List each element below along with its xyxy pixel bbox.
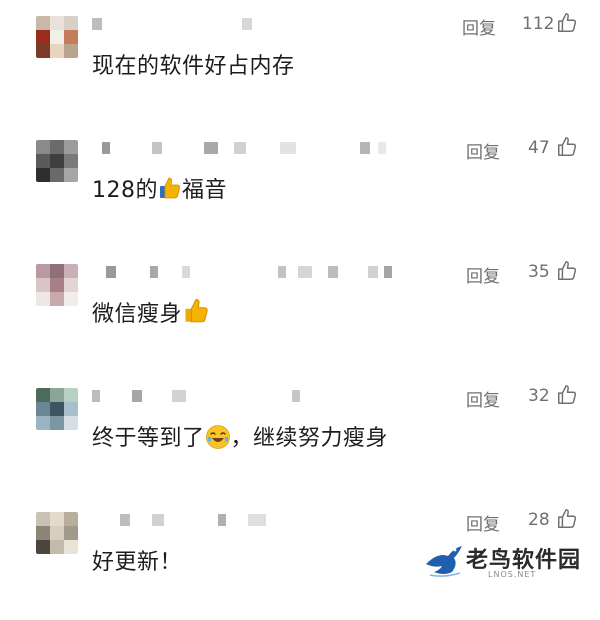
comment-text-part: 福音 (182, 178, 228, 203)
like-icon[interactable] (556, 384, 578, 406)
like-count: 47 (528, 138, 550, 158)
reply-button[interactable]: 回复 (466, 510, 500, 535)
reply-button[interactable]: 回复 (466, 138, 500, 163)
avatar[interactable] (36, 388, 78, 430)
reply-button[interactable]: 回复 (462, 14, 496, 39)
comment-text: 现在的软件好占内存 (92, 54, 295, 79)
bird-logo-icon (426, 546, 462, 577)
comment-text: 微信瘦身 (92, 296, 210, 328)
like-count: 35 (528, 262, 550, 282)
comment-text-part: 终于等到了 (92, 426, 205, 451)
avatar[interactable] (36, 264, 78, 306)
reply-button[interactable]: 回复 (466, 386, 500, 411)
comment-item: 回复 47 128的 福音 (0, 124, 600, 248)
comment-text: 终于等到了 ，继续努力瘦身 (92, 420, 388, 452)
site-watermark: 老鸟软件园 LNOS.NET (408, 536, 598, 586)
like-count: 32 (528, 386, 550, 406)
laughing-face-emoji-icon (205, 425, 230, 449)
comment-item: 回复 32 终于等到了 ，继续努力瘦身 (0, 372, 600, 496)
thumbs-up-emoji-icon (185, 299, 208, 323)
comment-item: 回复 35 微信瘦身 (0, 248, 600, 372)
comment-text: 128的 福音 (92, 172, 227, 204)
like-icon[interactable] (556, 136, 578, 158)
comment-text-part: 微信瘦身 (92, 302, 183, 327)
reply-button[interactable]: 回复 (466, 262, 500, 287)
watermark-subtitle: LNOS.NET (488, 570, 537, 579)
comment-text-part: 128的 (92, 178, 158, 203)
thumbs-up-emoji-icon (160, 177, 181, 199)
comment-text: 好更新！ (92, 550, 183, 575)
like-count: 28 (528, 510, 550, 530)
like-icon[interactable] (556, 508, 578, 530)
like-count: 112 (522, 14, 555, 34)
avatar[interactable] (36, 140, 78, 182)
like-icon[interactable] (556, 260, 578, 282)
comment-item: 回复 112 现在的软件好占内存 (0, 0, 600, 124)
avatar[interactable] (36, 16, 78, 58)
like-icon[interactable] (556, 12, 578, 34)
avatar[interactable] (36, 512, 78, 554)
comment-text-part: ，继续努力瘦身 (230, 426, 389, 451)
